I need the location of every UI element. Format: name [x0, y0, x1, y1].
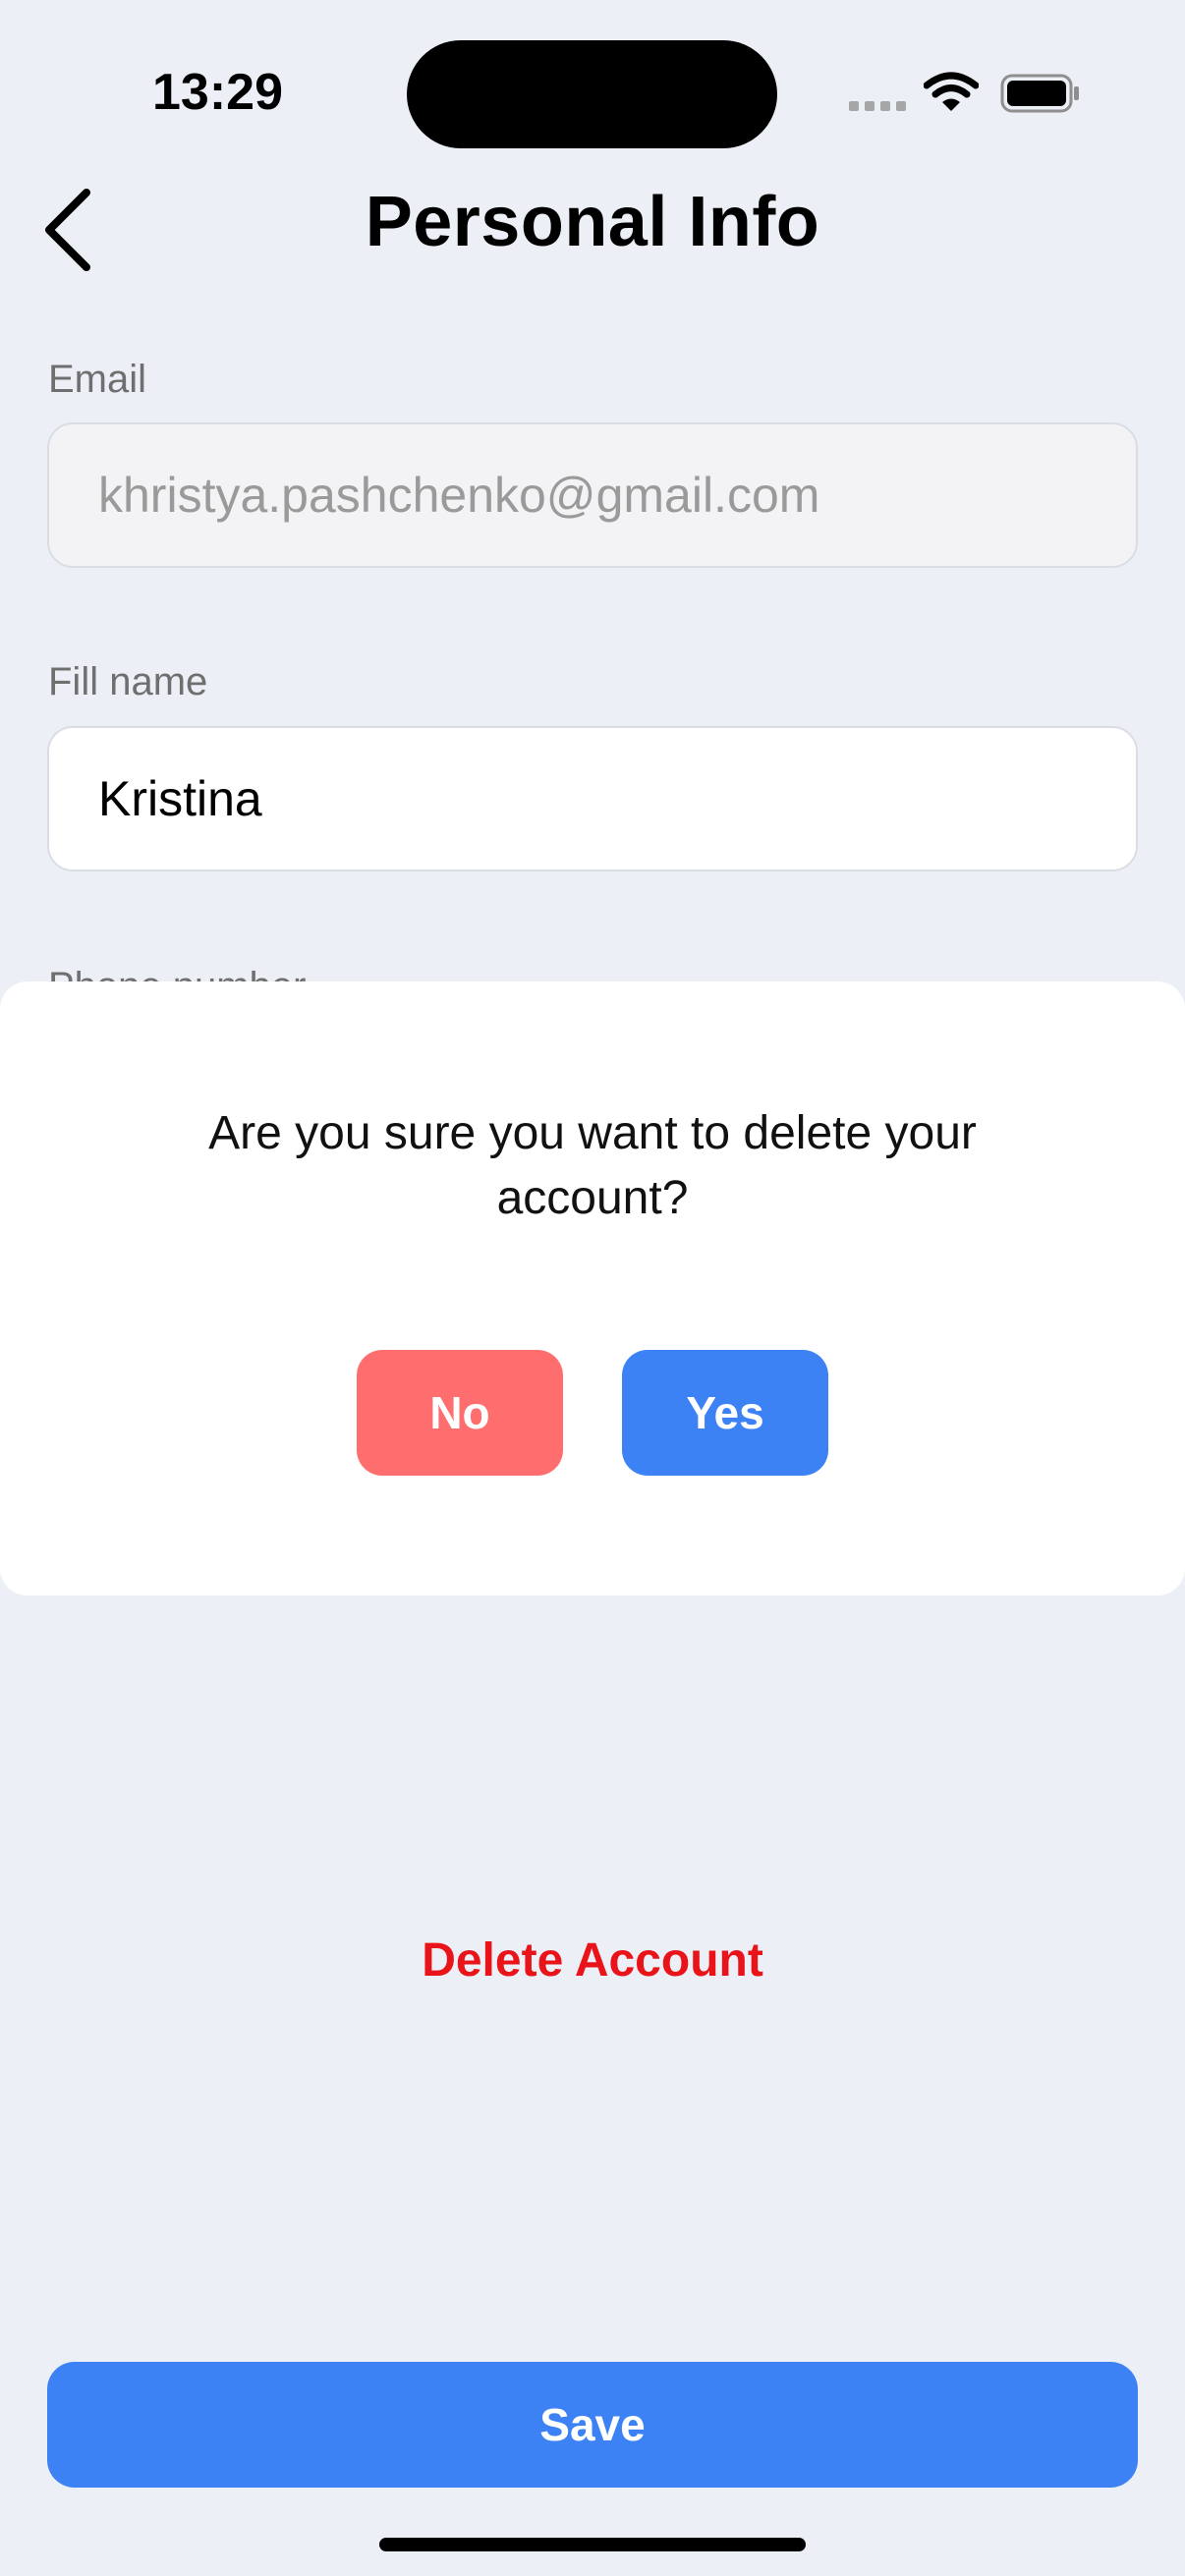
- email-value: khristya.pashchenko@gmail.com: [98, 468, 820, 523]
- name-field[interactable]: Kristina: [47, 726, 1138, 871]
- battery-icon: [1000, 74, 1079, 113]
- name-label: Fill name: [48, 660, 208, 703]
- modal-question: Are you sure you want to delete your acc…: [208, 1107, 977, 1224]
- delete-confirmation-modal: Are you sure you want to delete your acc…: [0, 981, 1185, 1596]
- wifi-icon: [924, 72, 979, 111]
- personal-info-screen: 13:29 Personal Info Email khristya.pashc…: [0, 0, 1185, 2576]
- no-button[interactable]: No: [357, 1350, 563, 1476]
- email-label: Email: [48, 358, 147, 401]
- name-value: Kristina: [98, 771, 262, 826]
- save-button[interactable]: Save: [47, 2362, 1138, 2488]
- page-title: Personal Info: [365, 183, 820, 261]
- yes-button[interactable]: Yes: [622, 1350, 828, 1476]
- status-time: 13:29: [152, 64, 283, 121]
- delete-account-button[interactable]: Delete Account: [0, 1933, 1185, 1988]
- home-indicator: [379, 2538, 806, 2551]
- dynamic-island: [407, 40, 777, 148]
- email-field[interactable]: khristya.pashchenko@gmail.com: [47, 422, 1138, 568]
- cellular-signal-icon: [849, 101, 906, 113]
